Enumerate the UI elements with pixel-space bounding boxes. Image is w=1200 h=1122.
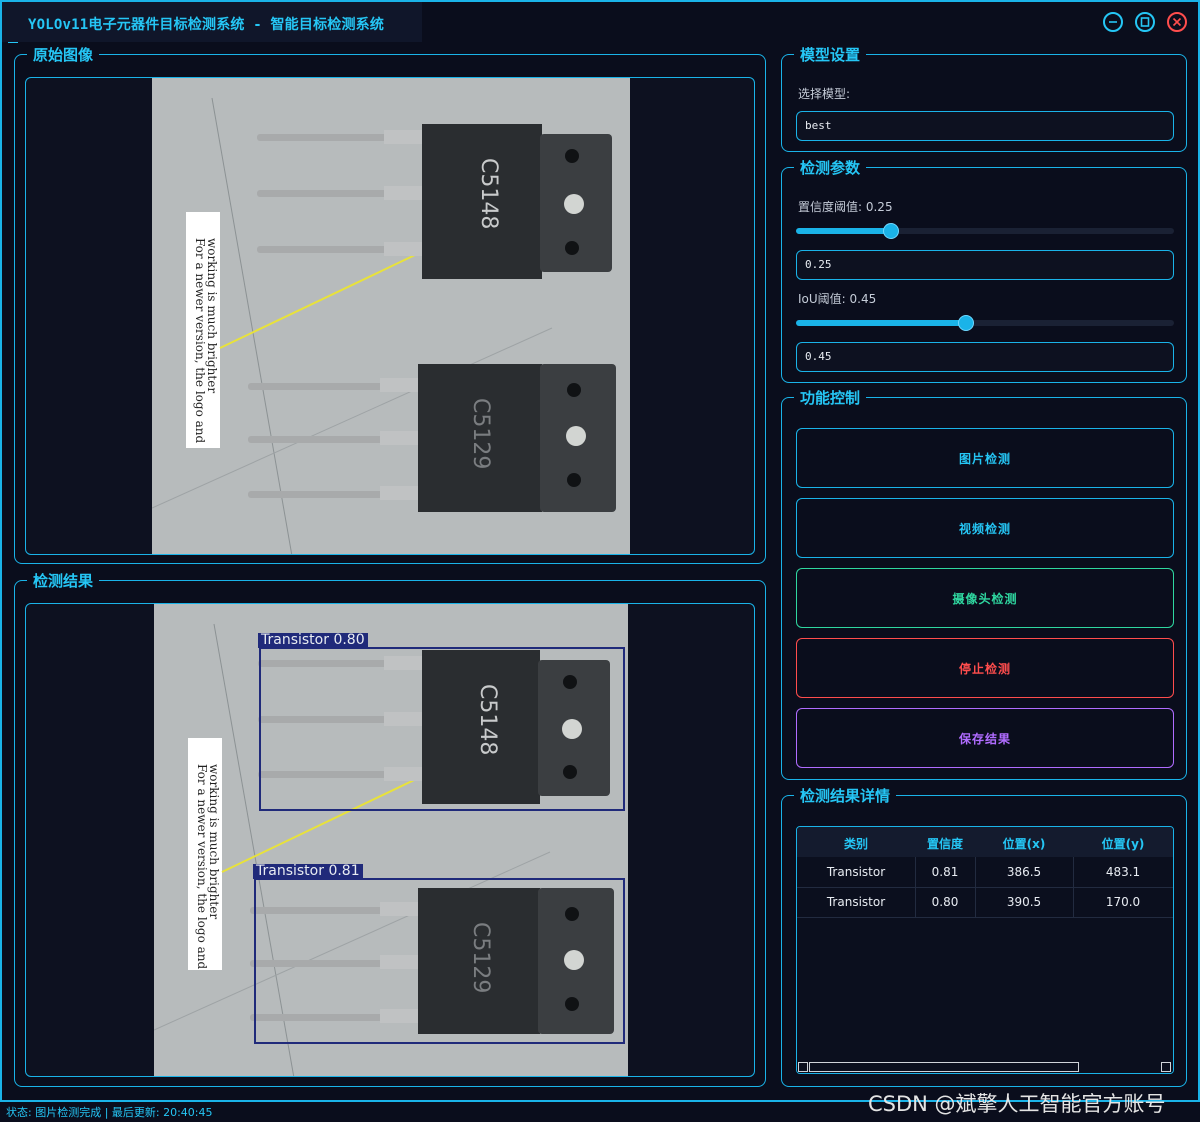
result-image-title: 检测结果 xyxy=(27,572,100,590)
close-icon[interactable] xyxy=(1167,12,1187,32)
horizontal-scrollbar[interactable] xyxy=(797,1061,1173,1073)
result-table: 类别 置信度 位置(x) 位置(y) Transistor 0.81 386.5… xyxy=(796,826,1174,1074)
scrollbar-thumb[interactable] xyxy=(809,1062,1079,1072)
app-window: YOLOv11电子元器件目标检测系统 - 智能目标检测系统 原始图像 For a… xyxy=(0,0,1200,1102)
confidence-label: 置信度阈值: 0.25 xyxy=(798,200,893,214)
result-image: For a newer version, the logo and workin… xyxy=(154,604,628,1076)
cell-x: 386.5 xyxy=(1006,865,1042,879)
svg-text:working is much brighter: working is much brighter xyxy=(205,238,219,393)
table-row[interactable]: Transistor 0.81 386.5 483.1 xyxy=(797,857,1173,888)
iou-label: IoU阈值: 0.45 xyxy=(798,292,877,306)
cell-confidence: 0.81 xyxy=(931,865,959,879)
svg-text:C5148: C5148 xyxy=(476,158,501,229)
result-image-panel: 检测结果 For a newer version, the logo and w… xyxy=(14,572,766,1087)
cell-y: 483.1 xyxy=(1105,865,1141,879)
iou-input[interactable]: 0.45 xyxy=(796,342,1174,372)
table-header: 类别 置信度 位置(x) 位置(y) xyxy=(797,827,1173,857)
watermark: CSDN @斌擎人工智能官方账号 xyxy=(868,1092,1166,1116)
confidence-input-value: 0.25 xyxy=(805,258,832,271)
stop-detect-button[interactable]: 停止检测 xyxy=(796,638,1174,698)
svg-text:working is much brighter: working is much brighter xyxy=(207,764,221,919)
original-image-panel: 原始图像 For a newer version, the logo and w… xyxy=(14,46,766,564)
confidence-slider[interactable] xyxy=(796,223,1174,239)
model-settings-title: 模型设置 xyxy=(794,46,867,64)
status-bar: 状态: 图片检测完成 | 最后更新: 20:40:45 xyxy=(6,1106,213,1119)
function-control-panel: 功能控制 图片检测 视频检测 摄像头检测 停止检测 保存结果 xyxy=(781,389,1187,780)
image-detect-button[interactable]: 图片检测 xyxy=(796,428,1174,488)
maximize-icon[interactable] xyxy=(1135,12,1155,32)
detection-box xyxy=(254,878,625,1044)
cell-x: 390.5 xyxy=(1006,895,1042,909)
scrollbar-right-arrow[interactable] xyxy=(1161,1062,1171,1072)
svg-text:For a newer version, the logo: For a newer version, the logo and xyxy=(195,764,209,969)
iou-input-value: 0.45 xyxy=(805,350,832,363)
iou-slider[interactable] xyxy=(796,315,1174,331)
detection-label: Transistor 0.81 xyxy=(253,864,363,879)
table-row[interactable]: Transistor 0.80 390.5 170.0 xyxy=(797,887,1173,918)
result-details-panel: 检测结果详情 类别 置信度 位置(x) 位置(y) Transistor 0.8… xyxy=(781,787,1187,1087)
camera-detect-button[interactable]: 摄像头检测 xyxy=(796,568,1174,628)
confidence-slider-handle[interactable] xyxy=(883,223,899,239)
cell-confidence: 0.80 xyxy=(931,895,959,909)
model-settings-panel: 模型设置 选择模型: best xyxy=(781,46,1187,152)
cell-y: 170.0 xyxy=(1105,895,1141,909)
column-header-x[interactable]: 位置(x) xyxy=(975,835,1073,852)
detection-label: Transistor 0.80 xyxy=(258,633,368,648)
window-title: YOLOv11电子元器件目标检测系统 - 智能目标检测系统 xyxy=(28,17,385,33)
svg-text:C5129: C5129 xyxy=(468,398,493,469)
scrollbar-left-arrow[interactable] xyxy=(798,1062,808,1072)
original-image: For a newer version, the logo and workin… xyxy=(152,78,630,554)
confidence-input[interactable]: 0.25 xyxy=(796,250,1174,280)
save-result-button[interactable]: 保存结果 xyxy=(796,708,1174,768)
model-select[interactable]: best xyxy=(796,111,1174,141)
column-header-class[interactable]: 类别 xyxy=(797,835,915,852)
cell-class: Transistor xyxy=(826,865,886,879)
result-image-frame: For a newer version, the logo and workin… xyxy=(25,603,755,1077)
result-details-title: 检测结果详情 xyxy=(794,787,897,805)
title-bar: YOLOv11电子元器件目标检测系统 - 智能目标检测系统 xyxy=(2,2,422,43)
minimize-icon[interactable] xyxy=(1103,12,1123,32)
model-select-label: 选择模型: xyxy=(798,87,851,101)
column-header-confidence[interactable]: 置信度 xyxy=(915,835,975,852)
iou-slider-handle[interactable] xyxy=(958,315,974,331)
model-select-value: best xyxy=(805,119,832,132)
function-control-title: 功能控制 xyxy=(794,389,867,407)
video-detect-button[interactable]: 视频检测 xyxy=(796,498,1174,558)
original-image-frame: For a newer version, the logo and workin… xyxy=(25,77,755,555)
svg-text:For a newer version, the logo: For a newer version, the logo and xyxy=(193,238,207,443)
detection-params-title: 检测参数 xyxy=(794,159,867,177)
column-header-y[interactable]: 位置(y) xyxy=(1073,835,1173,852)
detection-params-panel: 检测参数 置信度阈值: 0.25 0.25 IoU阈值: 0.45 0.45 xyxy=(781,159,1187,383)
detection-box xyxy=(259,647,625,811)
cell-class: Transistor xyxy=(826,895,886,909)
original-image-title: 原始图像 xyxy=(27,46,100,64)
